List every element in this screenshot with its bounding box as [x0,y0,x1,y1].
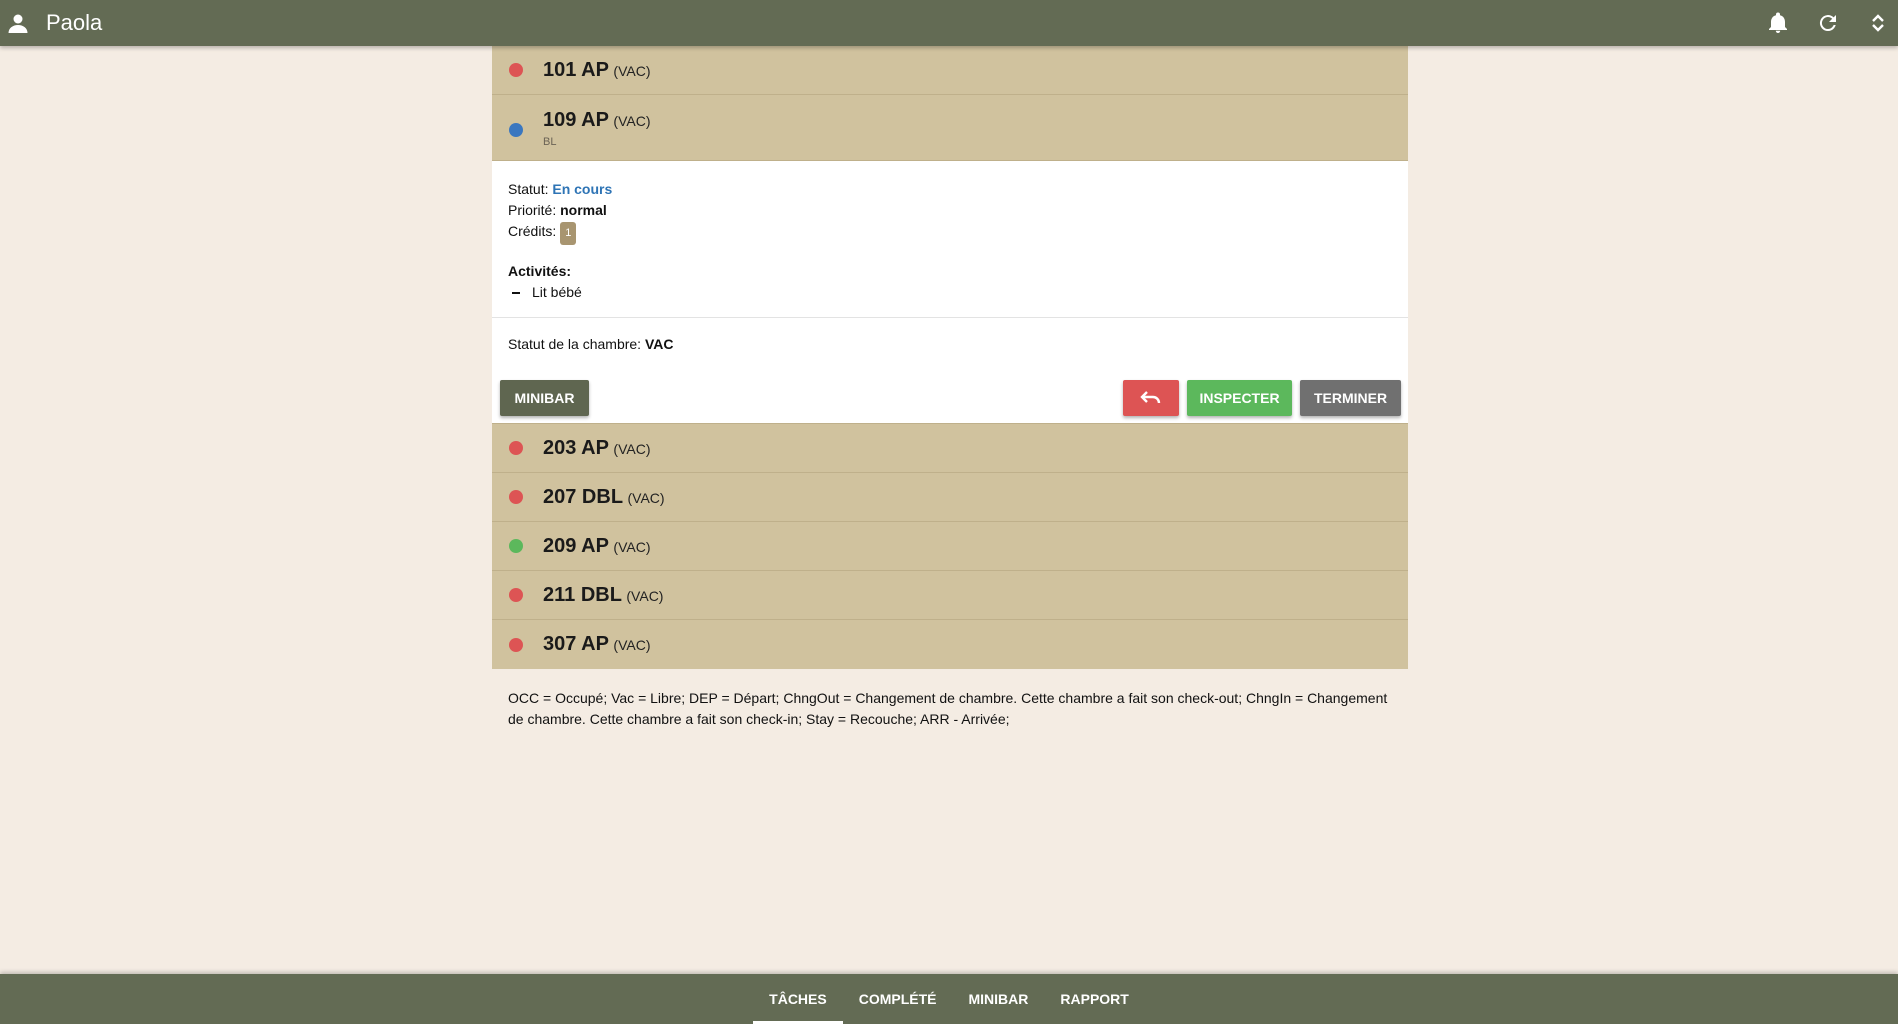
room-number: 211 DBL [543,583,622,606]
room-row-211[interactable]: 211 DBL (VAC) [492,571,1408,620]
tab-minibar[interactable]: MINIBAR [953,974,1045,1024]
room-row-207[interactable]: 207 DBL (VAC) [492,473,1408,522]
inspect-button[interactable]: INSPECTER [1187,380,1292,416]
room-subtitle: BL [543,136,557,148]
dash-icon [512,291,520,294]
status-dot [509,637,523,652]
room-status: (VAC) [613,538,651,555]
room-row-109[interactable]: 109 AP (VAC) BL [492,95,1408,161]
priority-value: normal [560,202,607,218]
tab-rapport[interactable]: RAPPORT [1044,974,1144,1024]
refresh-icon[interactable] [1816,11,1840,35]
status-dot [509,539,523,553]
room-number: 101 AP [543,58,609,81]
bottom-navigation: TÂCHES COMPLÉTÉ MINIBAR RAPPORT [0,974,1898,1024]
room-status: (VAC) [626,587,664,604]
tab-complete[interactable]: COMPLÉTÉ [843,974,953,1024]
activities-title: Activités: [508,263,572,279]
status-dot [509,490,523,504]
priority-line: Priorité: normal [508,202,607,218]
status-legend: OCC = Occupé; Vac = Libre; DEP = Départ;… [508,690,1388,727]
room-status: (VAC) [613,440,651,457]
room-number: 307 AP [543,633,609,655]
room-row-203[interactable]: 203 AP (VAC) [492,424,1408,473]
credits-badge: 1 [560,222,577,245]
bell-icon[interactable] [1766,11,1790,35]
room-status-value: VAC [644,336,674,352]
toolbar-actions [1766,11,1898,35]
room-row-101[interactable]: 101 AP (VAC) [492,46,1408,95]
status-dot [509,63,523,77]
room-row-307[interactable]: 307 AP (VAC) [492,620,1408,669]
top-app-bar: Paola [0,0,1898,46]
minibar-button[interactable]: MINIBAR [500,380,589,416]
expand-collapse-icon[interactable] [1866,11,1890,35]
room-row-209[interactable]: 209 AP (VAC) [492,522,1408,571]
room-number: 203 AP [543,436,609,459]
undo-button[interactable] [1123,380,1179,416]
room-number: 209 AP [543,534,609,557]
room-status: (VAC) [613,637,651,653]
room-number: 207 DBL [543,485,624,508]
activity-item: Lit bébé [508,282,1392,303]
status-dot [509,123,523,137]
finish-button[interactable]: TERMINER [1300,380,1401,416]
task-status-value: En cours [552,181,613,197]
status-dot [509,441,523,455]
user-icon[interactable] [6,11,30,35]
room-status-line: Statut de la chambre: VAC [508,336,674,352]
task-status-line: Statut: En cours [508,181,613,197]
room-actions-panel: Statut de la chambre: VAC MINIBAR INSPEC… [492,318,1408,424]
room-detail-panel: Statut: En cours Priorité: normal Crédit… [492,161,1408,318]
undo-icon [1140,391,1161,404]
user-name: Paola [46,10,103,35]
room-list: 101 AP (VAC) 109 AP (VAC) BL Statut: En … [492,46,1408,669]
room-status: (VAC) [613,62,651,79]
room-status: (VAC) [613,113,651,129]
credits-line: Crédits: 1 [508,221,1392,245]
status-dot [509,588,523,602]
room-status: (VAC) [627,489,665,506]
room-number: 109 AP [543,109,609,131]
tab-taches[interactable]: TÂCHES [753,974,843,1024]
